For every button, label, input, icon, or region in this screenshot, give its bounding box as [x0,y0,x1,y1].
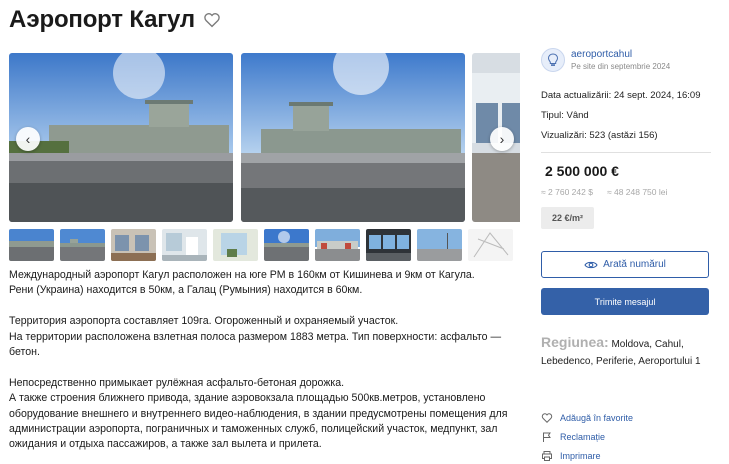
flag-icon [543,432,551,442]
listing-description: Международный аэропорт Кагул расположен … [9,268,509,464]
photo-gallery[interactable]: ‹ › [9,53,520,222]
thumbnail[interactable] [468,229,513,261]
gallery-prev-button[interactable]: ‹ [16,127,40,151]
chevron-right-icon: › [499,131,505,147]
complaint-link[interactable]: Reclamație [541,427,633,446]
listing-sidebar: aeroportcahul Pe site din septembrie 202… [541,48,711,461]
gallery-next-button[interactable]: › [490,127,514,151]
send-message-label: Trimite mesajul [594,296,656,307]
description-paragraph: Непосредственно примыкает рулёжная асфал… [9,376,508,451]
thumbnail[interactable] [417,229,462,261]
seller-since: Pe site din septembrie 2024 [571,62,671,71]
bulb-icon [547,53,559,66]
printer-icon [542,450,552,461]
listing-type: Tipul: Vând [541,110,589,121]
avatar[interactable] [541,48,565,72]
seller-card[interactable]: aeroportcahul Pe site din septembrie 202… [541,48,711,72]
price-conversions: ≈ 2 760 242 $ ≈ 48 248 750 lei [541,187,711,197]
region-block: Regiunea: Moldova, Cahul, Lebedenco, Per… [541,334,711,370]
thumbnail[interactable] [162,229,207,261]
price-usd: ≈ 2 760 242 $ [541,187,593,197]
price-per-sqm-badge: 22 €/m² [541,207,595,229]
thumbnail[interactable] [264,229,309,261]
gallery-photo[interactable] [9,53,233,222]
chevron-left-icon: ‹ [25,131,31,147]
views-count: Vizualizări: 523 (astăzi 156) [541,130,658,141]
description-paragraph: Международный аэропорт Кагул расположен … [9,269,475,297]
divider [541,152,711,153]
thumbnail[interactable] [111,229,156,261]
print-link[interactable]: Imprimare [541,446,633,464]
heart-icon [541,412,553,423]
updated-date: Data actualizării: 24 sept. 2024, 16:09 [541,90,701,101]
title-row: Аэропорт Кагул [9,6,221,34]
add-to-favorites-link[interactable]: Adăugă în favorite [541,408,633,427]
show-number-label: Arată numărul [603,259,666,270]
thumbnail[interactable] [213,229,258,261]
listing-info: Data actualizării: 24 sept. 2024, 16:09 … [541,86,711,146]
thumbnail[interactable] [315,229,360,261]
show-number-button[interactable]: Arată numărul [541,251,709,278]
thumbnail-strip [9,229,513,261]
gallery-photo[interactable] [241,53,465,222]
thumbnail[interactable] [366,229,411,261]
thumbnail[interactable] [60,229,105,261]
description-paragraph: Территория аэропорта составляет 109га. О… [9,315,502,359]
price-mdl: ≈ 48 248 750 lei [606,187,668,197]
send-message-button[interactable]: Trimite mesajul [541,288,709,315]
thumbnail[interactable] [9,229,54,261]
region-label: Regiunea: [541,334,609,350]
eye-icon [584,261,598,268]
listing-actions: Adăugă în favorite Reclamație Imprimare [541,408,633,464]
seller-name[interactable]: aeroportcahul [571,49,670,60]
price-main: 2 500 000 € [545,163,619,179]
heart-icon[interactable] [203,11,221,29]
listing-title: Аэропорт Кагул [9,6,195,33]
